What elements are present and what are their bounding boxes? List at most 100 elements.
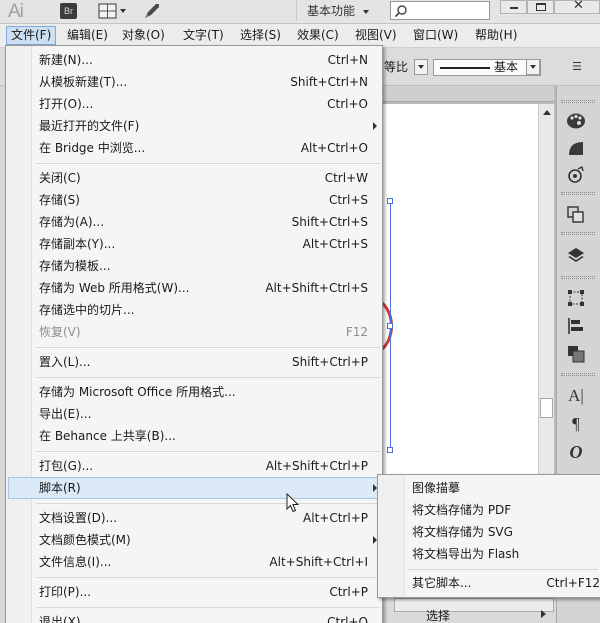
menu-item-open[interactable]: 打开(O)... Ctrl+O <box>8 93 380 115</box>
menu-separator <box>36 577 380 578</box>
align-panel-button[interactable] <box>562 315 590 337</box>
menu-item-export[interactable]: 导出(E)... <box>8 403 380 425</box>
panel-group-grip[interactable] <box>561 100 595 103</box>
palette-icon <box>567 113 585 129</box>
pathfinder-icon <box>568 346 585 363</box>
menu-separator <box>36 607 380 608</box>
menu-item-save-docs-as-pdf[interactable]: 将文档存储为 PDF <box>380 499 600 521</box>
menu-item-save-a-copy[interactable]: 存储副本(Y)... Alt+Ctrl+S <box>8 233 380 255</box>
menu-edit[interactable]: 编辑(E) <box>63 26 112 45</box>
artboard[interactable] <box>382 104 538 474</box>
scroll-up-icon[interactable] <box>543 110 551 115</box>
menu-file[interactable]: 文件(F) <box>6 26 57 45</box>
layers-panel-button[interactable] <box>562 245 590 267</box>
search-icon <box>394 5 407 18</box>
close-icon: ✕ <box>573 0 584 13</box>
menu-item-save[interactable]: 存储(S) Ctrl+S <box>8 189 380 211</box>
menu-item-scripts[interactable]: 脚本(R) <box>8 477 380 499</box>
menu-item-new-from-template[interactable]: 从模板新建(T)... Shift+Ctrl+N <box>8 71 380 93</box>
brush-name: 基本 <box>494 60 519 74</box>
scrollbar-thumb[interactable] <box>540 398 553 418</box>
menu-item-close[interactable]: 关闭(C) Ctrl+W <box>8 167 380 189</box>
panel-group-grip[interactable] <box>561 192 595 195</box>
selection-handle[interactable] <box>387 198 393 204</box>
menu-item-save-for-microsoft-office[interactable]: 存储为 Microsoft Office 所用格式... <box>8 381 380 403</box>
menu-item-place[interactable]: 置入(L)... Shift+Ctrl+P <box>8 351 380 373</box>
menu-item-print[interactable]: 打印(P)... Ctrl+P <box>8 581 380 603</box>
menu-effect[interactable]: 效果(C) <box>293 26 343 45</box>
menu-item-save-docs-as-svg[interactable]: 将文档存储为 SVG <box>380 521 600 543</box>
menu-item-package[interactable]: 打包(G)... Alt+Shift+Ctrl+P <box>8 455 380 477</box>
menu-object[interactable]: 对象(O) <box>118 26 169 45</box>
character-panel-button[interactable]: A| <box>562 385 590 407</box>
transform-panel-button[interactable] <box>562 287 590 309</box>
pathfinder-panel-button[interactable] <box>562 343 590 365</box>
menu-item-new[interactable]: 新建(N)... Ctrl+N <box>8 49 380 71</box>
appearance-icon <box>568 165 584 183</box>
maximize-icon <box>536 3 546 11</box>
menu-type[interactable]: 文字(T) <box>179 26 228 45</box>
selection-handle[interactable] <box>387 323 393 329</box>
vertical-scrollbar[interactable] <box>538 104 554 474</box>
panel-group-grip[interactable] <box>561 276 595 279</box>
menu-item-document-color-mode[interactable]: 文档颜色模式(M) <box>8 529 380 551</box>
menu-select[interactable]: 选择(S) <box>236 26 285 45</box>
transform-icon <box>568 290 584 306</box>
menu-item-export-docs-as-flash[interactable]: 将文档导出为 Flash <box>380 543 600 565</box>
color-panel-button[interactable] <box>562 110 590 132</box>
illustrator-logo: Ai <box>8 1 24 22</box>
minimize-icon <box>510 7 518 9</box>
arrange-documents-icon <box>98 3 126 19</box>
transform-panel-button[interactable] <box>562 204 590 226</box>
menu-item-open-recent[interactable]: 最近打开的文件(F) <box>8 115 380 137</box>
paragraph-panel-button[interactable]: ¶ <box>562 413 590 435</box>
brush-definition-dropdown[interactable]: 基本 <box>433 59 541 76</box>
brush-dropdown-arrow[interactable] <box>526 59 540 75</box>
menu-item-document-setup[interactable]: 文档设置(D)... Alt+Ctrl+P <box>8 507 380 529</box>
artboard-navigation[interactable] <box>394 598 554 612</box>
panel-group-grip[interactable] <box>561 373 595 376</box>
opentype-panel-button[interactable]: O <box>562 441 590 463</box>
profile-dropdown[interactable] <box>414 59 428 75</box>
gradient-panel-button[interactable] <box>562 137 590 159</box>
menu-item-other-script[interactable]: 其它脚本... Ctrl+F12 <box>380 572 600 594</box>
close-button[interactable]: ✕ <box>554 0 600 14</box>
menu-item-save-as[interactable]: 存储为(A)... Shift+Ctrl+S <box>8 211 380 233</box>
sync-settings-button[interactable] <box>142 1 162 21</box>
menu-item-exit[interactable]: 退出(X) Ctrl+Q <box>8 611 380 623</box>
document-tab-bar <box>382 86 554 102</box>
arrange-documents-button[interactable] <box>98 3 128 20</box>
artboards-icon <box>567 206 584 223</box>
appearance-panel-button[interactable] <box>562 164 590 186</box>
mouse-pointer-icon <box>286 493 300 513</box>
menu-item-image-trace[interactable]: 图像描摹 <box>380 477 600 499</box>
panel-group-grip[interactable] <box>561 232 595 235</box>
selection-handle[interactable] <box>387 447 393 453</box>
menu-separator <box>36 377 380 378</box>
menu-item-save-as-template[interactable]: 存储为模板... <box>8 255 380 277</box>
menu-item-save-selected-slices[interactable]: 存储选中的切片... <box>8 299 380 321</box>
menu-separator <box>36 451 380 452</box>
bridge-button[interactable]: Br <box>60 3 77 19</box>
menu-help[interactable]: 帮助(H) <box>471 26 521 45</box>
menu-item-share-on-behance[interactable]: 在 Behance 上共享(B)... <box>8 425 380 447</box>
search-input[interactable] <box>390 1 490 20</box>
menu-item-browse-in-bridge[interactable]: 在 Bridge 中浏览... Alt+Ctrl+O <box>8 137 380 159</box>
menu-separator <box>36 347 380 348</box>
workspace-switcher[interactable]: 基本功能 <box>296 1 376 21</box>
menu-item-save-for-web[interactable]: 存储为 Web 所用格式(W)... Alt+Shift+Ctrl+S <box>8 277 380 299</box>
menu-item-file-info[interactable]: 文件信息(I)... Alt+Shift+Ctrl+I <box>8 551 380 573</box>
minimize-button[interactable] <box>500 0 527 14</box>
status-menu-arrow-icon[interactable] <box>541 610 546 618</box>
menu-separator <box>36 503 380 504</box>
opentype-icon: O <box>569 441 583 462</box>
layers-icon <box>568 248 584 262</box>
stroke-preview <box>440 67 490 69</box>
menu-item-revert: 恢复(V) F12 <box>39 325 368 339</box>
current-tool-status: 选择 <box>426 609 451 623</box>
maximize-button[interactable] <box>527 0 554 14</box>
rocket-icon <box>145 4 159 18</box>
menu-window[interactable]: 窗口(W) <box>409 26 462 45</box>
menu-view[interactable]: 视图(V) <box>351 26 401 45</box>
panel-menu-icon[interactable]: ☰ <box>572 60 582 73</box>
